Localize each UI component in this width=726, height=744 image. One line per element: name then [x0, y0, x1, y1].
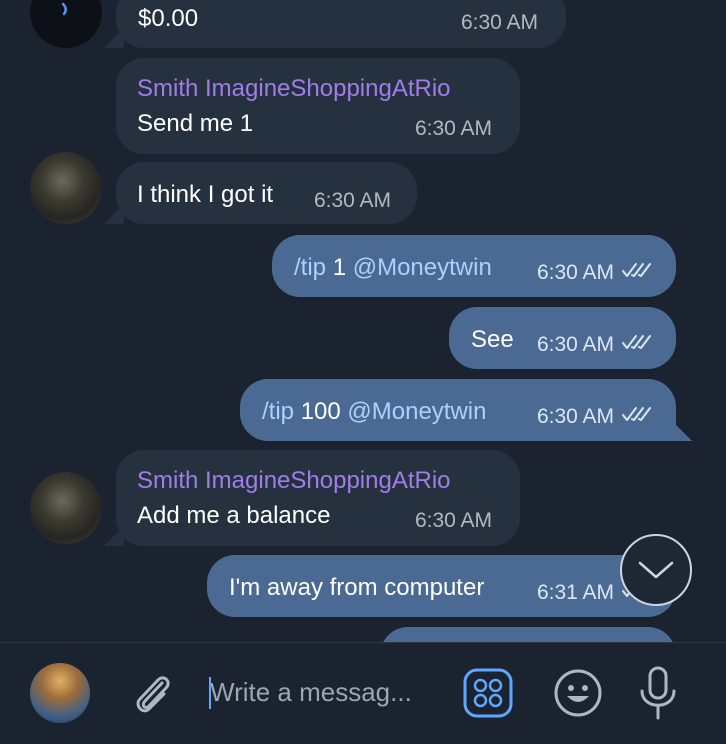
message-bubble[interactable]: I'm away from computer 6:31 AM [207, 555, 676, 617]
send-as-avatar[interactable] [30, 663, 90, 723]
message-time: 6:30 AM [460, 11, 538, 34]
double-check-icon [622, 335, 651, 349]
message-time: 6:30 AM [414, 117, 492, 140]
message-bubble[interactable] [380, 627, 676, 642]
bot-command-link[interactable]: /tip [294, 254, 326, 281]
tip-amount: 100 [300, 398, 341, 425]
message-time: 6:30 AM [414, 509, 492, 532]
message-time: 6:30 AM [313, 189, 391, 212]
message-text: I'm away from computer [229, 574, 485, 601]
chevron-down-icon [638, 561, 674, 579]
message-text: See [471, 326, 514, 353]
message-text: Send me 1 [137, 110, 254, 137]
message-bubble[interactable]: $0.00 6:30 AM [116, 0, 566, 48]
scroll-to-bottom-button[interactable] [620, 534, 692, 606]
message-text: /tip 100 @Moneytwin [262, 397, 486, 427]
message-text: /tip 1 @Moneytwin [294, 253, 492, 283]
message-time: 6:31 AM [536, 581, 614, 604]
double-check-icon [622, 263, 651, 277]
message-bubble[interactable]: Smith ImagineShoppingAtRio Send me 1 6:3… [116, 58, 520, 154]
message-text: $0.00 [138, 5, 199, 32]
double-check-icon [622, 407, 651, 421]
sender-name[interactable]: Smith ImagineShoppingAtRio [137, 466, 451, 496]
message-time: 6:30 AM [536, 405, 614, 428]
chat-history: $0.00 6:30 AM Smith ImagineShoppingAtRio… [0, 0, 726, 642]
message-time: 6:30 AM [536, 333, 614, 356]
message-text: I think I got it [137, 181, 274, 208]
message-bubble[interactable]: /tip 100 @Moneytwin 6:30 AM [240, 379, 676, 441]
emoji-icon[interactable] [553, 668, 603, 718]
message-bubble[interactable]: See 6:30 AM [449, 307, 676, 369]
user-avatar[interactable] [30, 152, 102, 224]
bot-command-link[interactable]: /tip [262, 398, 294, 425]
bot-avatar[interactable] [30, 0, 102, 48]
user-avatar[interactable] [30, 472, 102, 544]
microphone-icon[interactable] [638, 665, 678, 721]
message-bubble[interactable]: I think I got it 6:30 AM [116, 162, 417, 224]
message-text: Add me a balance [137, 502, 331, 529]
mention-link[interactable]: @Moneytwin [347, 398, 486, 425]
message-bubble[interactable]: /tip 1 @Moneytwin 6:30 AM [272, 235, 676, 297]
sender-name[interactable]: Smith ImagineShoppingAtRio [137, 74, 451, 104]
message-input[interactable]: Write a messag... [210, 677, 412, 708]
message-composer: Write a messag... [0, 642, 726, 744]
message-time: 6:30 AM [536, 261, 614, 284]
bubble-tail [672, 421, 692, 441]
tip-amount: 1 [332, 254, 347, 281]
loading-icon [61, 2, 67, 16]
mention-link[interactable]: @Moneytwin [353, 254, 492, 281]
paperclip-icon[interactable] [128, 665, 176, 719]
message-bubble[interactable]: Smith ImagineShoppingAtRio Add me a bala… [116, 450, 520, 546]
bot-commands-icon[interactable] [463, 668, 513, 718]
